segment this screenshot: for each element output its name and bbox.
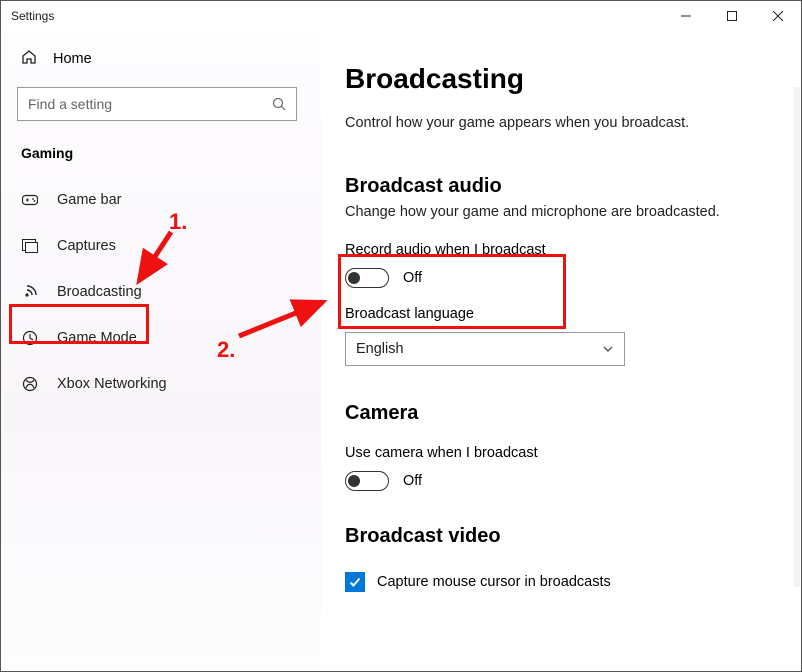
settings-window: Settings Home Find a setting xyxy=(0,0,802,672)
annotation-arrow-2 xyxy=(1,1,802,672)
